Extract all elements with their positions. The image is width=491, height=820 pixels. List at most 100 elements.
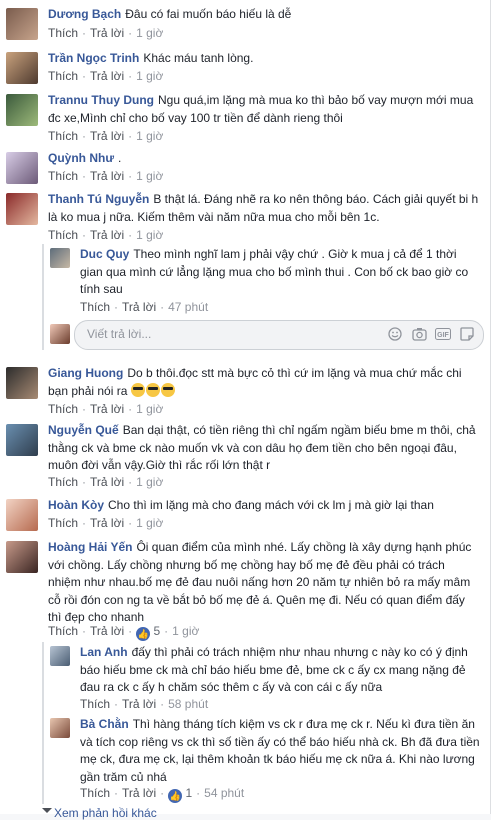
avatar[interactable] — [6, 152, 38, 184]
like-count-icon[interactable]: 👍 — [136, 627, 151, 641]
like-link[interactable]: Thích — [48, 69, 78, 83]
like-link[interactable]: Thích — [48, 129, 78, 143]
timestamp[interactable]: 1 giờ — [136, 475, 163, 489]
sunglasses-emoji-icon — [145, 382, 160, 397]
current-user-avatar — [50, 324, 70, 344]
timestamp[interactable]: 1 giờ — [136, 129, 163, 143]
sunglasses-emoji-icon — [130, 382, 145, 397]
commenter-name[interactable]: Thanh Tú Nguyễn — [48, 192, 149, 206]
timestamp[interactable]: 58 phút — [168, 697, 208, 711]
comment-actions: Thích · Trả lời · 1 giờ — [48, 129, 164, 143]
like-link[interactable]: Thích — [48, 228, 78, 242]
chevron-down-icon — [42, 808, 52, 813]
reply-link[interactable]: Trả lời — [90, 26, 124, 40]
like-link[interactable]: Thích — [80, 786, 110, 800]
commenter-name[interactable]: Giang Huong — [48, 366, 123, 380]
avatar[interactable] — [50, 248, 70, 268]
comment-actions: Thích · Trả lời · 1 giờ — [48, 402, 164, 416]
timestamp[interactable]: 47 phút — [168, 300, 208, 314]
reply-link[interactable]: Trả lời — [90, 624, 124, 638]
reply-link[interactable]: Trả lời — [122, 300, 156, 314]
avatar[interactable] — [6, 424, 38, 456]
like-link[interactable]: Thích — [80, 300, 110, 314]
reply-thread: Lan Anh đấy thì phải có trách nhiệm như n… — [42, 642, 484, 804]
comment-actions: Thích · Trả lời · 1 giờ — [48, 169, 164, 183]
reply-link[interactable]: Trả lời — [90, 69, 124, 83]
sunglasses-emoji-row — [130, 382, 176, 398]
comment-actions: Thích · Trả lời · 1 giờ — [48, 26, 164, 40]
avatar[interactable] — [6, 367, 38, 399]
like-count[interactable]: 5 — [153, 624, 160, 638]
avatar[interactable] — [6, 52, 38, 84]
reply-link[interactable]: Trả lời — [90, 402, 124, 416]
comment-text: . — [118, 151, 122, 165]
comment-text: Thì hàng tháng tích kiệm vs ck r đưa mẹ … — [80, 717, 480, 784]
commenter-name[interactable]: Quỳnh Như — [48, 151, 114, 165]
timestamp[interactable]: 1 giờ — [136, 169, 163, 183]
reply-link[interactable]: Trả lời — [122, 697, 156, 711]
timestamp[interactable]: 1 giờ — [172, 624, 199, 638]
sunglasses-emoji-icon — [160, 382, 175, 397]
avatar[interactable] — [50, 646, 70, 666]
comment-actions: Thích · Trả lời · 1 giờ — [48, 69, 164, 83]
svg-text:GIF: GIF — [437, 332, 449, 339]
avatar[interactable] — [6, 94, 38, 126]
avatar[interactable] — [50, 718, 70, 738]
reply-link[interactable]: Trả lời — [90, 475, 124, 489]
like-count-icon[interactable]: 👍 — [168, 789, 183, 803]
reply-link[interactable]: Trả lời — [90, 169, 124, 183]
timestamp[interactable]: 1 giờ — [136, 228, 163, 242]
like-link[interactable]: Thích — [48, 516, 78, 530]
avatar[interactable] — [6, 541, 38, 573]
commenter-name[interactable]: Hoàn Kòy — [48, 498, 104, 512]
like-count[interactable]: 1 — [185, 786, 192, 800]
reply-input[interactable]: Viết trả lời... GIF — [74, 320, 484, 350]
avatar[interactable] — [6, 193, 38, 225]
reply-thread: Duc Quy Theo mình nghĩ lam j phải vậy chứ… — [42, 244, 484, 350]
like-link[interactable]: Thích — [48, 624, 78, 638]
comment-actions: Thích · Trả lời · 47 phút — [80, 300, 209, 314]
timestamp[interactable]: 1 giờ — [136, 516, 163, 530]
like-link[interactable]: Thích — [48, 26, 78, 40]
commenter-name[interactable]: Trannu Thuy Dung — [48, 93, 154, 107]
commenter-name[interactable]: Lan Anh — [80, 645, 128, 659]
avatar[interactable] — [6, 499, 38, 531]
commenter-name[interactable]: Dương Bạch — [48, 7, 121, 21]
camera-icon[interactable] — [411, 326, 427, 342]
timestamp[interactable]: 1 giờ — [136, 26, 163, 40]
comment-actions: Thích · Trả lời · 1 giờ — [48, 516, 164, 530]
view-more-replies-link[interactable]: Xem phản hồi khác — [54, 806, 157, 820]
like-link[interactable]: Thích — [80, 697, 110, 711]
avatar[interactable] — [6, 8, 38, 40]
timestamp[interactable]: 54 phút — [204, 786, 244, 800]
reply-link[interactable]: Trả lời — [90, 228, 124, 242]
like-link[interactable]: Thích — [48, 475, 78, 489]
sticker-icon[interactable] — [459, 326, 475, 342]
reply-link[interactable]: Trả lời — [122, 786, 156, 800]
timestamp[interactable]: 1 giờ — [136, 69, 163, 83]
commenter-name[interactable]: Duc Quy — [80, 247, 129, 261]
commenter-name[interactable]: Bà Chằn — [80, 717, 129, 731]
comment-actions: Thích · Trả lời · 👍 1 · 54 phút — [80, 786, 245, 803]
commenter-name[interactable]: Nguyễn Quế — [48, 423, 119, 437]
commenter-name[interactable]: Trần Ngọc Trinh — [48, 51, 139, 65]
comment-text: Theo mình nghĩ lam j phải vậy chứ . Giờ … — [80, 247, 469, 296]
comment-text: Đâu có fai muốn báo hiếu là dễ — [125, 7, 292, 21]
comment-actions: Thích · Trả lời · 👍 5 · 1 giờ — [48, 624, 200, 641]
commenter-name[interactable]: Hoàng Hải Yến — [48, 540, 132, 554]
emoji-icon[interactable] — [387, 326, 403, 342]
reply-input-placeholder: Viết trả lời... — [87, 327, 152, 341]
comment-actions: Thích · Trả lời · 1 giờ — [48, 475, 164, 489]
comment-thread: Dương Bạch Đâu có fai muốn báo hiếu là dễ… — [0, 0, 491, 820]
gif-icon[interactable]: GIF — [435, 326, 451, 342]
timestamp[interactable]: 1 giờ — [136, 402, 163, 416]
comment-actions: Thích · Trả lời · 1 giờ — [48, 228, 164, 242]
comment-actions: Thích · Trả lời · 58 phút — [80, 697, 209, 711]
comment-text: Cho thì im lặng mà cho đang mách với ck … — [108, 498, 434, 512]
comment-text: Khác máu tanh lòng. — [143, 51, 254, 65]
reply-link[interactable]: Trả lời — [90, 129, 124, 143]
comment-text: đấy thì phải có trách nhiệm như nhau như… — [80, 645, 468, 694]
reply-link[interactable]: Trả lời — [90, 516, 124, 530]
like-link[interactable]: Thích — [48, 402, 78, 416]
like-link[interactable]: Thích — [48, 169, 78, 183]
